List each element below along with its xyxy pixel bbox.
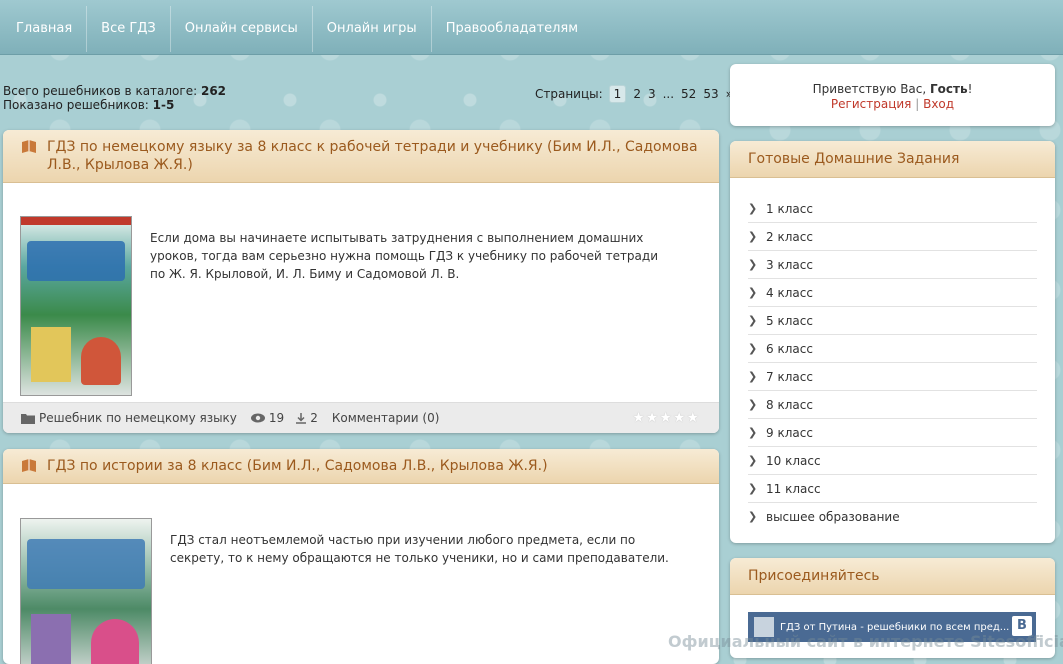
comments-label: Комментарии (0) <box>331 411 440 425</box>
register-link[interactable]: Регистрация <box>831 97 911 111</box>
chevron-right-icon: ❯ <box>748 286 758 299</box>
catalog-total: 262 <box>200 84 227 98</box>
list-item-label: 6 класс <box>766 341 813 356</box>
page-2[interactable]: 2 <box>633 87 641 101</box>
chevron-right-icon: ❯ <box>748 202 758 215</box>
star-icon[interactable]: ★ <box>659 410 672 426</box>
article-card: ГДЗ по истории за 8 класс (Бим И.Л., Сад… <box>3 449 719 664</box>
list-item[interactable]: ❯ высшее образование <box>748 503 1037 530</box>
list-item[interactable]: ❯ 1 класс <box>748 195 1037 223</box>
list-item[interactable]: ❯ 7 класс <box>748 363 1037 391</box>
star-icon[interactable]: ★ <box>673 410 686 426</box>
rating-stars[interactable]: ★ ★ ★ ★ ★ <box>632 410 699 426</box>
list-item-label: 9 класс <box>766 425 813 440</box>
list-item-label: 5 класс <box>766 313 813 328</box>
page-52[interactable]: 52 <box>681 87 696 101</box>
guest-name: Гость <box>930 82 968 96</box>
pagination-label: Страницы: <box>535 87 603 101</box>
top-navigation-bar: Главная Все ГДЗ Онлайн сервисы Онлайн иг… <box>0 0 1063 55</box>
nav-item-online-games[interactable]: Онлайн игры <box>313 6 432 52</box>
list-item[interactable]: ❯ 11 класс <box>748 475 1037 503</box>
book-icon <box>22 140 36 153</box>
list-item-label: высшее образование <box>766 509 900 524</box>
greeting-text: Приветствую Вас, <box>812 82 927 96</box>
chevron-right-icon: ❯ <box>748 342 758 355</box>
page-3[interactable]: 3 <box>648 87 656 101</box>
article-description: ГДЗ стал неотъемлемой частью при изучени… <box>170 533 669 565</box>
list-item[interactable]: ❯ 3 класс <box>748 251 1037 279</box>
pagination: Страницы: 1 2 3 ... 52 53 » <box>535 85 733 103</box>
list-item[interactable]: ❯ 10 класс <box>748 447 1037 475</box>
article-title-text: ГДЗ по немецкому языку за 8 класс к рабо… <box>47 139 698 173</box>
chevron-right-icon: ❯ <box>748 510 758 523</box>
list-item[interactable]: ❯ 2 класс <box>748 223 1037 251</box>
book-cover-image[interactable] <box>20 518 152 664</box>
category-name: Решебник по немецкому языку <box>39 411 237 425</box>
join-box-title: Присоединяйтесь <box>730 558 1055 595</box>
nav-item-all-gdz[interactable]: Все ГДЗ <box>87 6 171 52</box>
download-icon <box>296 412 307 424</box>
star-icon[interactable]: ★ <box>686 410 699 426</box>
list-item-label: 11 класс <box>766 481 821 496</box>
gdz-box-title: Готовые Домашние Задания <box>730 141 1055 178</box>
catalog-shown-label: Показано решебников: <box>3 98 149 112</box>
watermark: Официальный сайт в интернете Sitesoffici… <box>668 632 1063 651</box>
chevron-right-icon: ❯ <box>748 258 758 271</box>
gdz-box: Готовые Домашние Задания ❯ 1 класс ❯ 2 кла… <box>730 141 1055 543</box>
list-item-label: 3 класс <box>766 257 813 272</box>
greeting-suffix: ! <box>967 82 973 96</box>
views-count: 19 <box>250 411 285 425</box>
page-53[interactable]: 53 <box>703 87 718 101</box>
list-item-label: 1 класс <box>766 201 813 216</box>
eye-icon <box>250 413 265 423</box>
login-link[interactable]: Вход <box>923 97 954 111</box>
list-item[interactable]: ❯ 8 класс <box>748 391 1037 419</box>
class-list: ❯ 1 класс ❯ 2 класс ❯ 3 класс ❯ 4 класс ❯ 5 к… <box>730 178 1055 530</box>
folder-icon <box>21 413 35 424</box>
chevron-right-icon: ❯ <box>748 398 758 411</box>
list-item-label: 4 класс <box>766 285 813 300</box>
article-card: ГДЗ по немецкому языку за 8 класс к рабо… <box>3 130 719 433</box>
article-title[interactable]: ГДЗ по немецкому языку за 8 класс к рабо… <box>3 130 719 183</box>
catalog-shown: 1-5 <box>152 98 175 112</box>
list-item[interactable]: ❯ 4 класс <box>748 279 1037 307</box>
chevron-right-icon: ❯ <box>748 230 758 243</box>
views-value: 19 <box>268 411 285 425</box>
chevron-right-icon: ❯ <box>748 370 758 383</box>
comments-link[interactable]: Комментарии (0) <box>332 411 440 425</box>
downloads-count: 2 <box>296 411 318 425</box>
nav-item-home[interactable]: Главная <box>2 6 88 52</box>
catalog-info: Всего решебников в каталоге: 262 Показан… <box>3 84 226 112</box>
star-icon[interactable]: ★ <box>646 410 659 426</box>
nav-item-copyright-holders[interactable]: Правообладателям <box>432 6 592 52</box>
nav-item-online-services[interactable]: Онлайн сервисы <box>171 6 313 52</box>
star-icon[interactable]: ★ <box>632 410 645 426</box>
book-icon <box>22 459 36 472</box>
category-link[interactable]: Решебник по немецкому языку <box>21 411 237 425</box>
list-item[interactable]: ❯ 5 класс <box>748 307 1037 335</box>
chevron-right-icon: ❯ <box>748 482 758 495</box>
article-title-text: ГДЗ по истории за 8 класс (Бим И.Л., Сад… <box>47 458 548 474</box>
book-cover-image[interactable] <box>20 216 132 396</box>
list-item[interactable]: ❯ 6 класс <box>748 335 1037 363</box>
main-menu: Главная Все ГДЗ Онлайн сервисы Онлайн иг… <box>2 6 592 52</box>
article-footer: Решебник по немецкому языку 19 2 Коммент… <box>3 402 719 433</box>
chevron-right-icon: ❯ <box>748 454 758 467</box>
catalog-total-label: Всего решебников в каталоге: <box>3 84 198 98</box>
article-description: Если дома вы начинаете испытывать затруд… <box>150 231 659 281</box>
list-item-label: 2 класс <box>766 229 813 244</box>
link-separator: | <box>915 97 920 111</box>
vk-group-name: ГДЗ от Путина - решебники по всем пред..… <box>780 621 1010 633</box>
list-item[interactable]: ❯ 9 класс <box>748 419 1037 447</box>
chevron-right-icon: ❯ <box>748 314 758 327</box>
chevron-right-icon: ❯ <box>748 426 758 439</box>
downloads-value: 2 <box>310 411 318 425</box>
list-item-label: 8 класс <box>766 397 813 412</box>
greeting-box: Приветствую Вас, Гость! Регистрация | Вх… <box>730 64 1055 126</box>
list-item-label: 7 класс <box>766 369 813 384</box>
article-title[interactable]: ГДЗ по истории за 8 класс (Бим И.Л., Сад… <box>3 449 719 484</box>
page-1[interactable]: 1 <box>608 85 627 103</box>
list-item-label: 10 класс <box>766 453 821 468</box>
page-ellipsis: ... <box>662 87 675 101</box>
